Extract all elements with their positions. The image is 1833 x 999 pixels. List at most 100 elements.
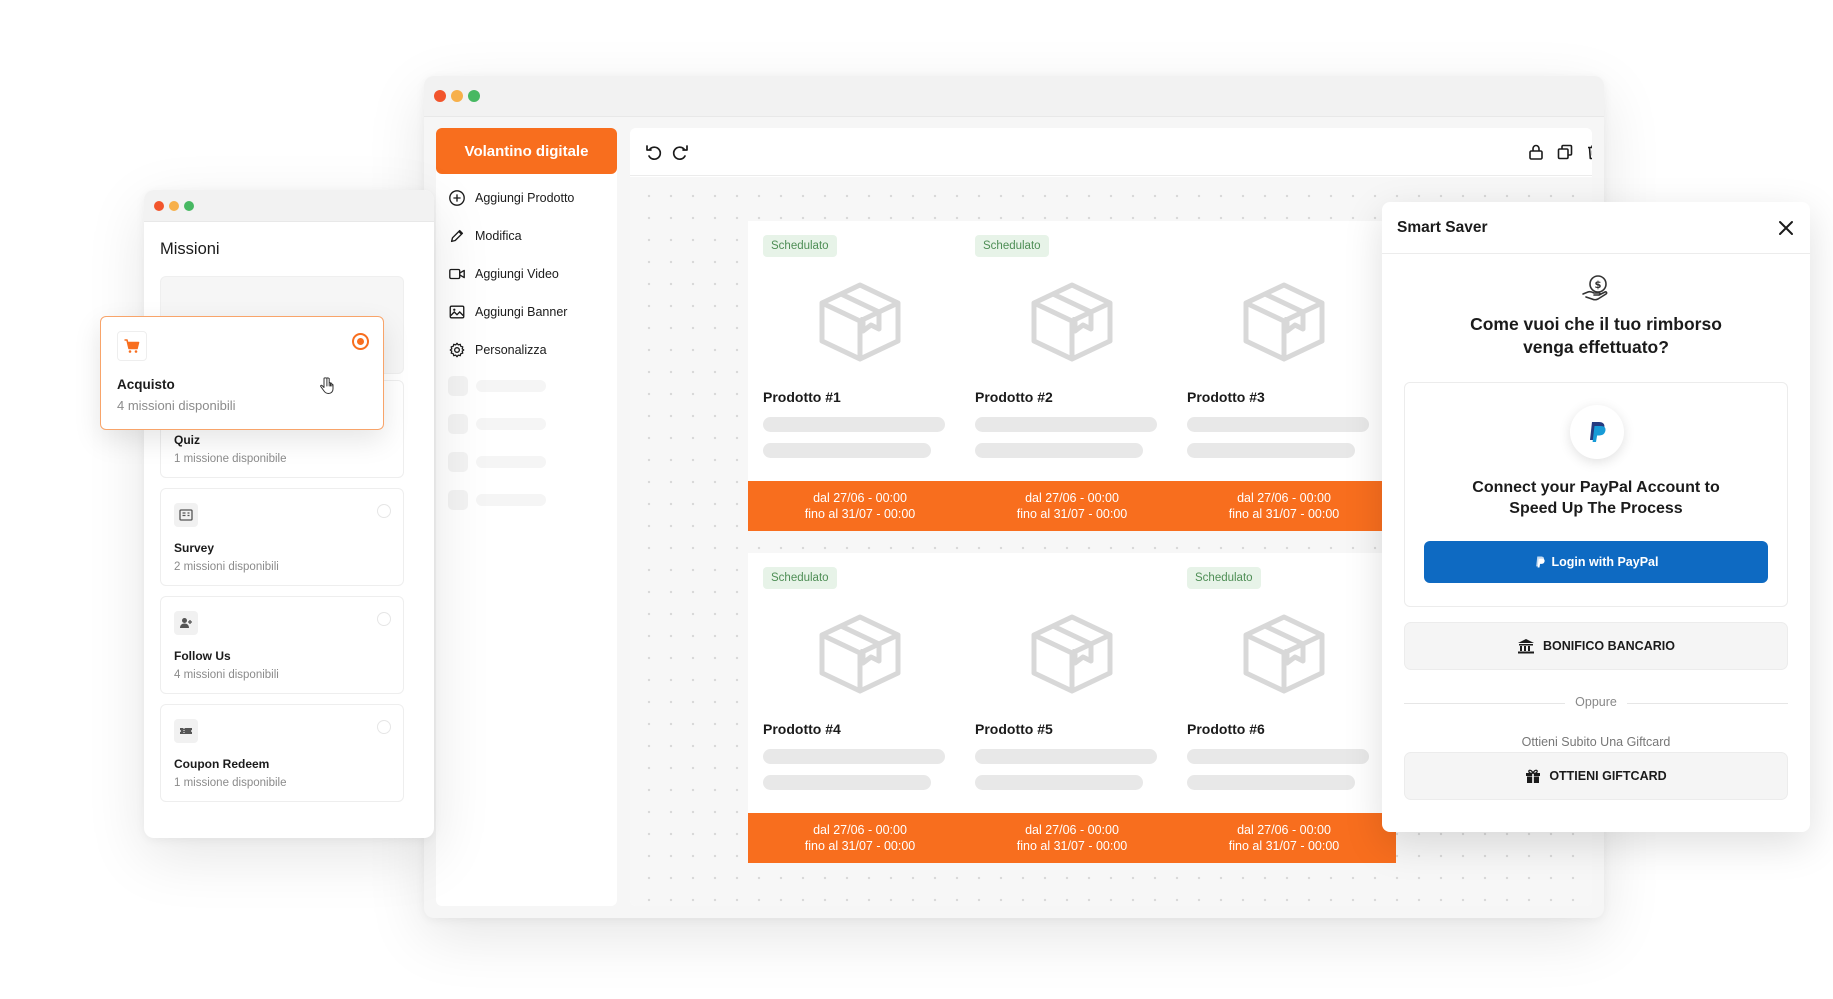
menu-label: Modifica: [475, 229, 522, 243]
menu-add-banner[interactable]: Aggiungi Banner: [448, 300, 613, 324]
menu-skeleton: [448, 452, 546, 472]
schedule-footer: dal 27/06 - 00:00 fino al 31/07 - 00:00: [960, 813, 1184, 863]
skeleton-line: [1187, 417, 1369, 432]
refund-question: Come vuoi che il tuo rimborso venga effe…: [1470, 314, 1722, 357]
mission-subtitle: 4 missioni disponibili: [174, 669, 279, 681]
box-icon: [1031, 614, 1113, 694]
bank-transfer-button[interactable]: BONIFICO BANCARIO: [1404, 622, 1788, 670]
mission-title: Quiz: [174, 433, 200, 447]
date-to: fino al 31/07 - 00:00: [1016, 839, 1128, 853]
status-badge: Schedulato: [763, 235, 837, 257]
date-from: dal 27/06 - 00:00: [813, 491, 907, 505]
refund-icon: $: [1582, 275, 1608, 301]
paypal-section: Connect your PayPal Account to Speed Up …: [1404, 382, 1788, 607]
mission-card-acquisto[interactable]: Acquisto 4 missioni disponibili: [100, 316, 384, 430]
close-dot[interactable]: [154, 201, 164, 211]
divider-label: Oppure: [1382, 695, 1810, 709]
product-name: Prodotto #2: [975, 389, 1053, 405]
product-card-5[interactable]: Prodotto #5 dal 27/06 - 00:00 fino al 31/…: [960, 553, 1184, 863]
box-icon: [1031, 282, 1113, 362]
date-from: dal 27/06 - 00:00: [813, 823, 907, 837]
menu-edit[interactable]: Modifica: [448, 224, 613, 248]
product-card-6[interactable]: Schedulato Prodotto #6 dal 27/06 - 00:00…: [1172, 553, 1396, 863]
date-to: fino al 31/07 - 00:00: [1228, 507, 1340, 521]
date-to: fino al 31/07 - 00:00: [804, 507, 916, 521]
skeleton-line: [1187, 443, 1355, 458]
login-with-paypal-button[interactable]: Login with PayPal: [1424, 541, 1768, 583]
skeleton-line: [975, 443, 1143, 458]
box-icon: [1243, 282, 1325, 362]
schedule-footer: dal 27/06 - 00:00 fino al 31/07 - 00:00: [960, 481, 1184, 531]
hand-cursor-icon: [320, 377, 334, 394]
menu-add-video[interactable]: Aggiungi Video: [448, 262, 613, 286]
mission-card-survey[interactable]: Survey 2 missioni disponibili: [160, 488, 404, 586]
mission-subtitle: 2 missioni disponibili: [174, 561, 279, 573]
mission-title: Follow Us: [174, 649, 231, 663]
close-dot[interactable]: [434, 90, 446, 102]
skeleton-line: [975, 749, 1157, 764]
svg-text:$: $: [1595, 280, 1602, 291]
skeleton-line: [763, 775, 931, 790]
sidebar-title[interactable]: Volantino digitale: [436, 128, 617, 174]
title-bar: [424, 76, 1604, 117]
mission-card-follow-us[interactable]: Follow Us 4 missioni disponibili: [160, 596, 404, 694]
survey-icon: [174, 503, 198, 527]
skeleton-line: [763, 417, 945, 432]
mission-title: Coupon Redeem: [174, 757, 270, 771]
lock-icon[interactable]: [1526, 142, 1546, 162]
giftcard-subtitle: Ottieni Subito Una Giftcard: [1521, 735, 1671, 749]
mission-radio[interactable]: [377, 504, 391, 518]
dialog-header: Smart Saver: [1382, 202, 1810, 254]
product-card-2[interactable]: Schedulato Prodotto #2 dal 27/06 - 00:00…: [960, 221, 1184, 531]
menu-skeleton: [448, 490, 546, 510]
date-to: fino al 31/07 - 00:00: [1228, 839, 1340, 853]
schedule-footer: dal 27/06 - 00:00 fino al 31/07 - 00:00: [1172, 481, 1396, 531]
box-icon: [1243, 614, 1325, 694]
maximize-dot[interactable]: [468, 90, 480, 102]
product-name: Prodotto #4: [763, 721, 841, 737]
status-badge: Schedulato: [763, 567, 837, 589]
skeleton-line: [975, 775, 1143, 790]
date-from: dal 27/06 - 00:00: [1025, 823, 1119, 837]
menu-add-product[interactable]: Aggiungi Prodotto: [448, 186, 613, 210]
minimize-dot[interactable]: [169, 201, 179, 211]
product-name: Prodotto #3: [1187, 389, 1265, 405]
mission-radio-selected[interactable]: [352, 333, 369, 350]
button-label: OTTIENI GIFTCARD: [1549, 769, 1667, 783]
skeleton-line: [1187, 749, 1369, 764]
undo-icon[interactable]: [644, 142, 664, 162]
mission-radio[interactable]: [377, 720, 391, 734]
minimize-dot[interactable]: [451, 90, 463, 102]
smart-saver-dialog: Smart Saver $ Come vuoi che il tuo rimbo…: [1382, 202, 1810, 832]
product-name: Prodotto #1: [763, 389, 841, 405]
duplicate-icon[interactable]: [1555, 142, 1575, 162]
redo-icon[interactable]: [670, 142, 690, 162]
menu-skeleton: [448, 376, 546, 396]
cart-icon: [117, 331, 147, 361]
menu-customize[interactable]: Personalizza: [448, 338, 613, 362]
box-icon: [819, 282, 901, 362]
trash-icon[interactable]: [1584, 142, 1592, 162]
date-from: dal 27/06 - 00:00: [1237, 491, 1331, 505]
paypal-description: Connect your PayPal Account to Speed Up …: [1472, 479, 1720, 517]
skeleton-line: [763, 443, 931, 458]
gift-icon: [1526, 769, 1541, 783]
close-icon[interactable]: [1776, 218, 1796, 238]
status-badge: Schedulato: [1187, 567, 1261, 589]
menu-label: Personalizza: [475, 343, 547, 357]
schedule-footer: dal 27/06 - 00:00 fino al 31/07 - 00:00: [748, 813, 972, 863]
box-icon: [819, 614, 901, 694]
date-from: dal 27/06 - 00:00: [1025, 491, 1119, 505]
mission-card-coupon-redeem[interactable]: Coupon Redeem 1 missione disponibile: [160, 704, 404, 802]
mission-radio[interactable]: [377, 612, 391, 626]
editor-sidebar: Volantino digitale Aggiungi Prodotto Mod…: [436, 128, 617, 906]
product-card-3[interactable]: Prodotto #3 dal 27/06 - 00:00 fino al 31/…: [1172, 221, 1396, 531]
product-card-4[interactable]: Schedulato Prodotto #4 dal 27/06 - 00:00…: [748, 553, 972, 863]
title-bar: [144, 190, 434, 222]
maximize-dot[interactable]: [184, 201, 194, 211]
schedule-footer: dal 27/06 - 00:00 fino al 31/07 - 00:00: [748, 481, 972, 531]
menu-skeleton: [448, 414, 546, 434]
get-giftcard-button[interactable]: OTTIENI GIFTCARD: [1404, 752, 1788, 800]
dialog-title: Smart Saver: [1397, 219, 1488, 236]
product-card-1[interactable]: Schedulato Prodotto #1 dal 27/06 - 00:00…: [748, 221, 972, 531]
